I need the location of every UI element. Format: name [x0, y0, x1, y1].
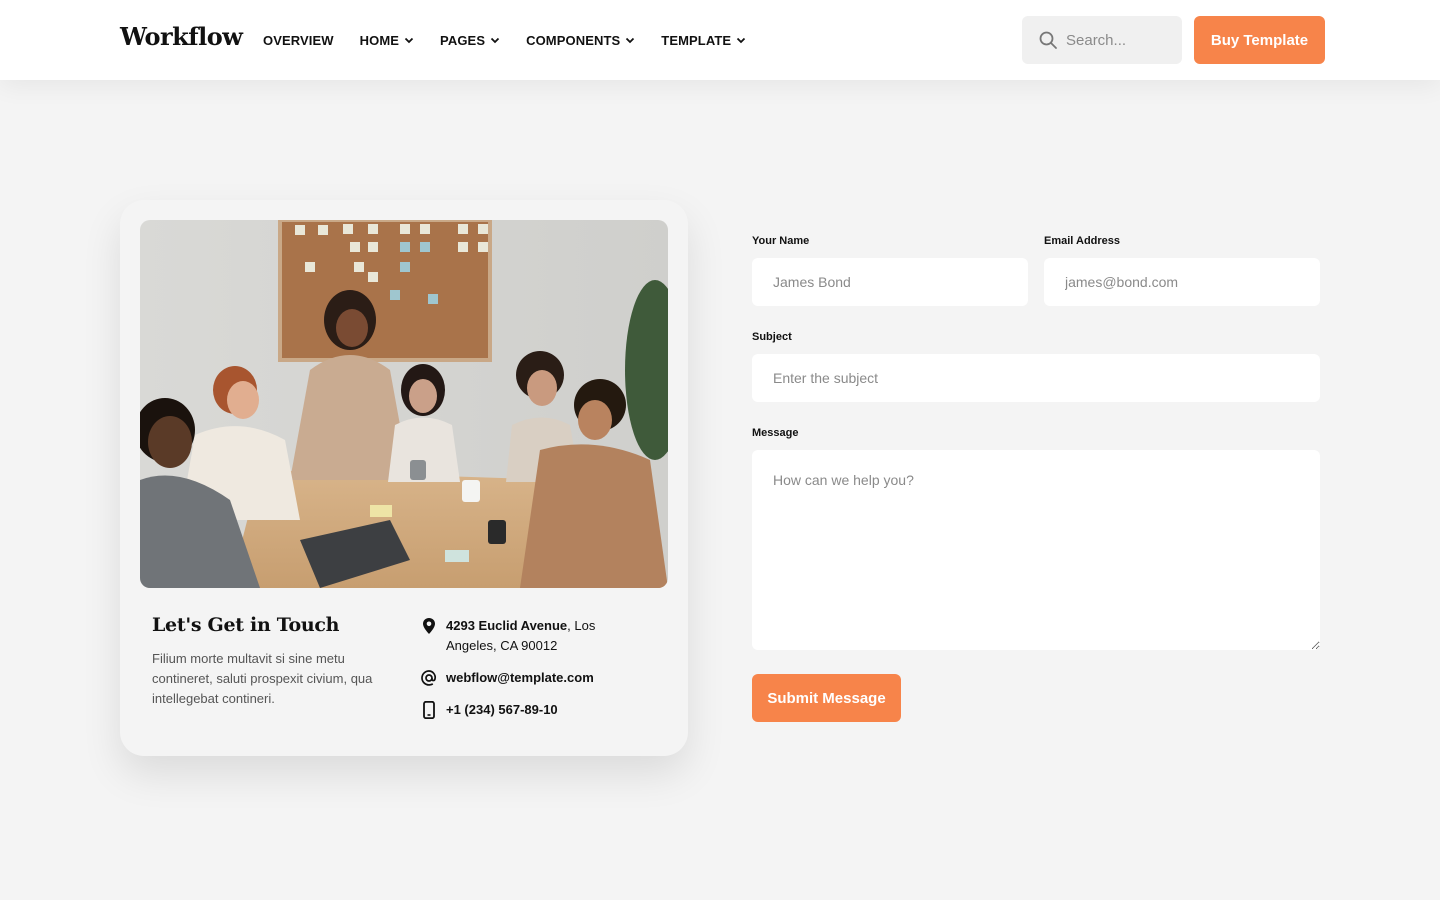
nav-template-label: TEMPLATE	[661, 32, 732, 48]
address-street: 4293 Euclid Avenue	[446, 618, 568, 633]
nav-home[interactable]: HOME	[360, 31, 414, 49]
search-icon	[1039, 31, 1057, 49]
address-item: 4293 Euclid Avenue, Los Angeles, CA 9001…	[420, 616, 646, 656]
subject-field[interactable]	[752, 354, 1320, 402]
subject-label: Subject	[752, 331, 792, 343]
nav-overview-label: OVERVIEW	[263, 32, 334, 48]
main-nav: OVERVIEW HOME PAGES COMPONENTS TEMPLATE	[263, 31, 772, 49]
nav-pages-label: PAGES	[440, 32, 486, 48]
email-item[interactable]: webflow@template.com	[420, 668, 646, 688]
card-description: Filium morte multavit si sine metu conti…	[152, 651, 373, 706]
site-header: Workflow OVERVIEW HOME PAGES COMPONENTS …	[0, 0, 1440, 80]
chevron-down-icon	[737, 37, 746, 44]
nav-pages[interactable]: PAGES	[440, 31, 500, 49]
search-input[interactable]	[1066, 31, 1176, 49]
nav-template[interactable]: TEMPLATE	[661, 31, 746, 49]
chevron-down-icon	[404, 37, 414, 44]
phone-icon	[423, 701, 435, 719]
nav-home-label: HOME	[359, 32, 400, 48]
logo[interactable]: Workflow	[120, 22, 243, 51]
phone-item[interactable]: +1 (234) 567-89-10	[420, 700, 646, 720]
submit-message-button[interactable]: Submit Message	[752, 674, 901, 722]
message-label: Message	[752, 427, 799, 439]
at-sign-icon	[421, 670, 437, 686]
contact-email[interactable]: webflow@template.com	[446, 670, 594, 685]
team-meeting-photo	[140, 220, 668, 588]
nav-components[interactable]: COMPONENTS	[526, 31, 635, 49]
nav-overview[interactable]: OVERVIEW	[263, 31, 334, 49]
chevron-down-icon	[626, 37, 635, 44]
nav-components-label: COMPONENTS	[526, 32, 621, 48]
map-pin-icon	[423, 618, 435, 634]
chevron-down-icon	[490, 37, 500, 44]
card-title: Let's Get in Touch	[152, 614, 340, 636]
search-box[interactable]	[1022, 16, 1182, 64]
email-label: Email Address	[1044, 235, 1121, 247]
contact-card: Let's Get in Touch Filium morte multavit…	[120, 200, 688, 756]
name-label: Your Name	[752, 235, 810, 247]
message-field[interactable]	[752, 450, 1320, 650]
buy-template-button[interactable]: Buy Template	[1194, 16, 1325, 64]
name-field[interactable]	[752, 258, 1028, 306]
email-field[interactable]	[1044, 258, 1320, 306]
contact-phone[interactable]: +1 (234) 567-89-10	[446, 702, 558, 717]
